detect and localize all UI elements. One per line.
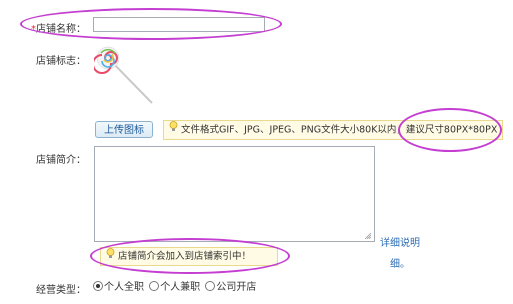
shop-logo-label: 店铺标志： (36, 56, 86, 67)
detail-link-cont[interactable]: 细。 (390, 255, 410, 270)
upload-tip-text: 文件格式GIF、JPG、JPEG、PNG文件大小80K以内，建议尺寸80PX*8… (181, 124, 498, 136)
shop-desc-label: 店铺简介： (36, 155, 86, 166)
shop-desc-textarea[interactable] (94, 146, 375, 242)
radio-button[interactable] (149, 281, 160, 291)
business-type-label: 经营类型： (36, 285, 86, 296)
upload-icon-button[interactable]: 上传图标 (95, 121, 153, 138)
detail-link[interactable]: 详细说明 (380, 234, 420, 249)
radio-button[interactable] (205, 281, 216, 291)
desc-tip: 店铺简介会加入到店铺索引中！ (100, 247, 278, 266)
radio-button-checked[interactable] (93, 281, 103, 291)
shop-name-input[interactable] (93, 17, 265, 32)
lightbulb-icon (106, 248, 115, 265)
business-type-radio-group: 个人全职 个人兼职 公司开店 (93, 278, 258, 293)
lollipop-logo (94, 46, 153, 104)
lightbulb-icon (169, 121, 178, 139)
radio-option-parttime[interactable]: 个人兼职 (149, 278, 200, 293)
desc-tip-text: 店铺简介会加入到店铺索引中！ (118, 251, 252, 262)
upload-tip: 文件格式GIF、JPG、JPEG、PNG文件大小80K以内，建议尺寸80PX*8… (163, 120, 503, 140)
radio-option-company[interactable]: 公司开店 (205, 278, 256, 293)
shop-name-label: *店铺名称： (31, 24, 86, 35)
radio-option-fulltime[interactable]: 个人全职 (93, 278, 144, 293)
resize-grip-icon[interactable] (363, 233, 372, 239)
